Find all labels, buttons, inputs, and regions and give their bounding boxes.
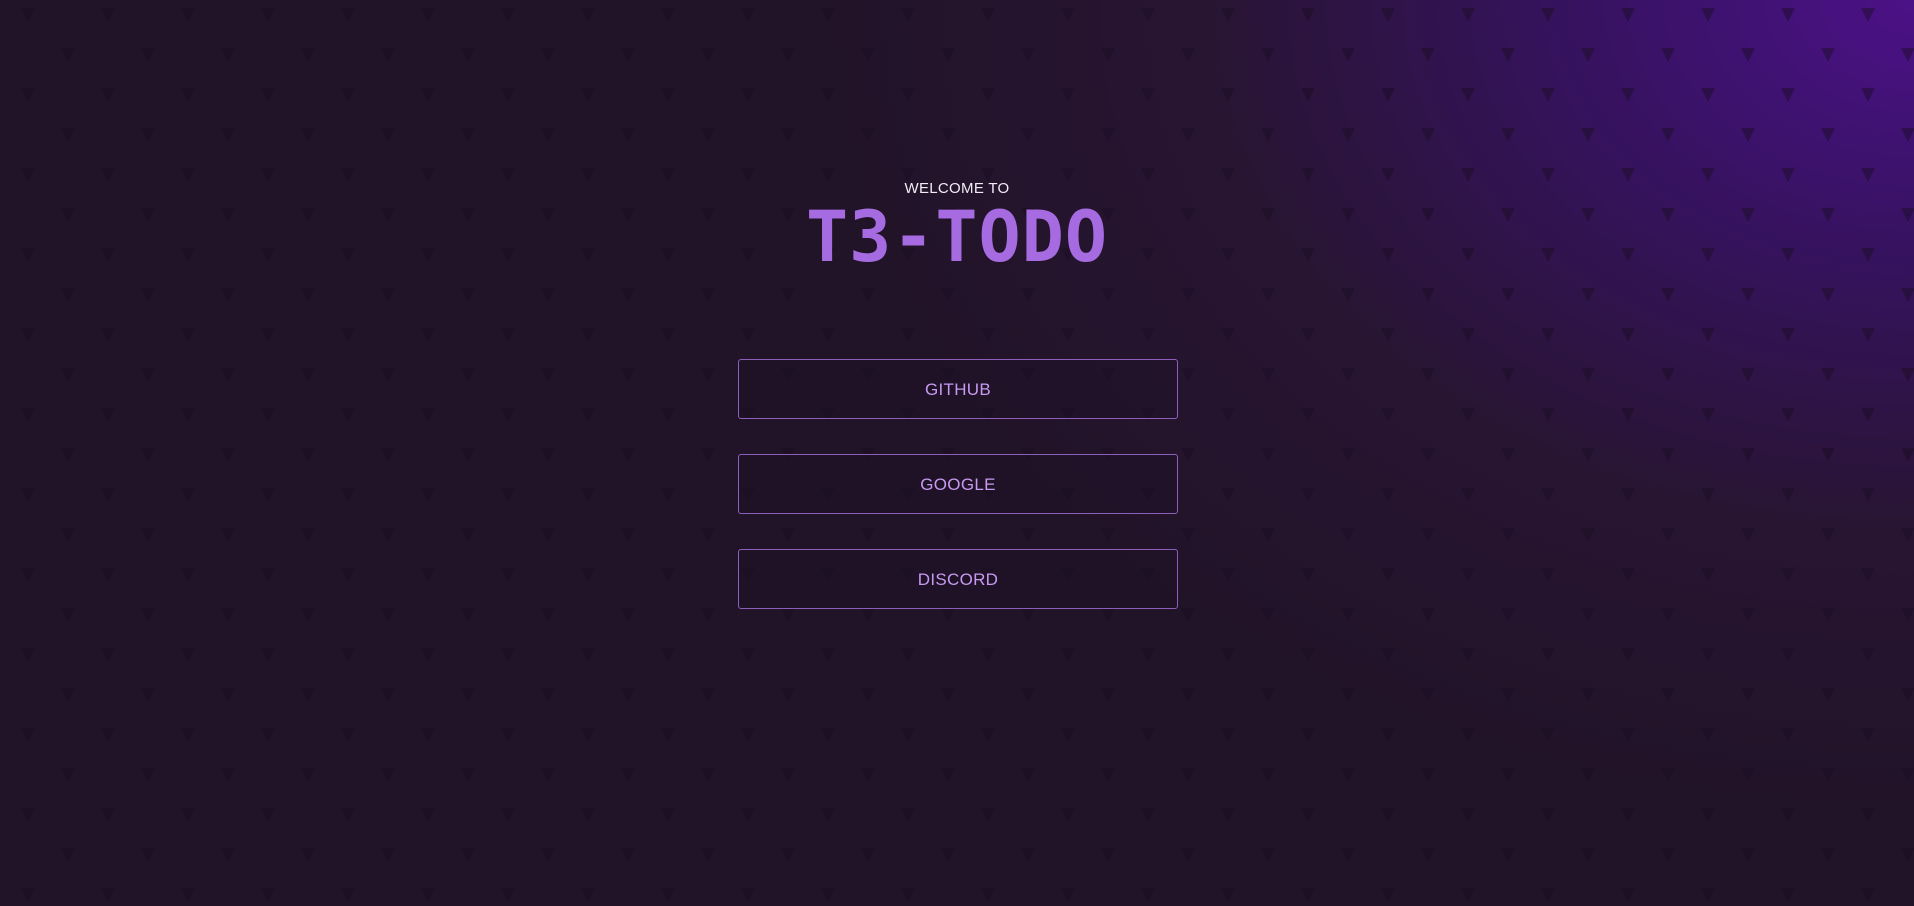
github-sign-in-button[interactable]: GITHUB	[738, 359, 1178, 419]
sign-in-provider-list: GITHUB GOOGLE DISCORD	[738, 359, 1178, 644]
google-sign-in-button[interactable]: GOOGLE	[738, 454, 1178, 514]
discord-sign-in-button[interactable]: DISCORD	[738, 549, 1178, 609]
brand-title: T3-TODO	[805, 196, 1108, 278]
login-screen: WELCOME TO T3-TODO GITHUB GOOGLE DISCORD	[0, 0, 1914, 906]
